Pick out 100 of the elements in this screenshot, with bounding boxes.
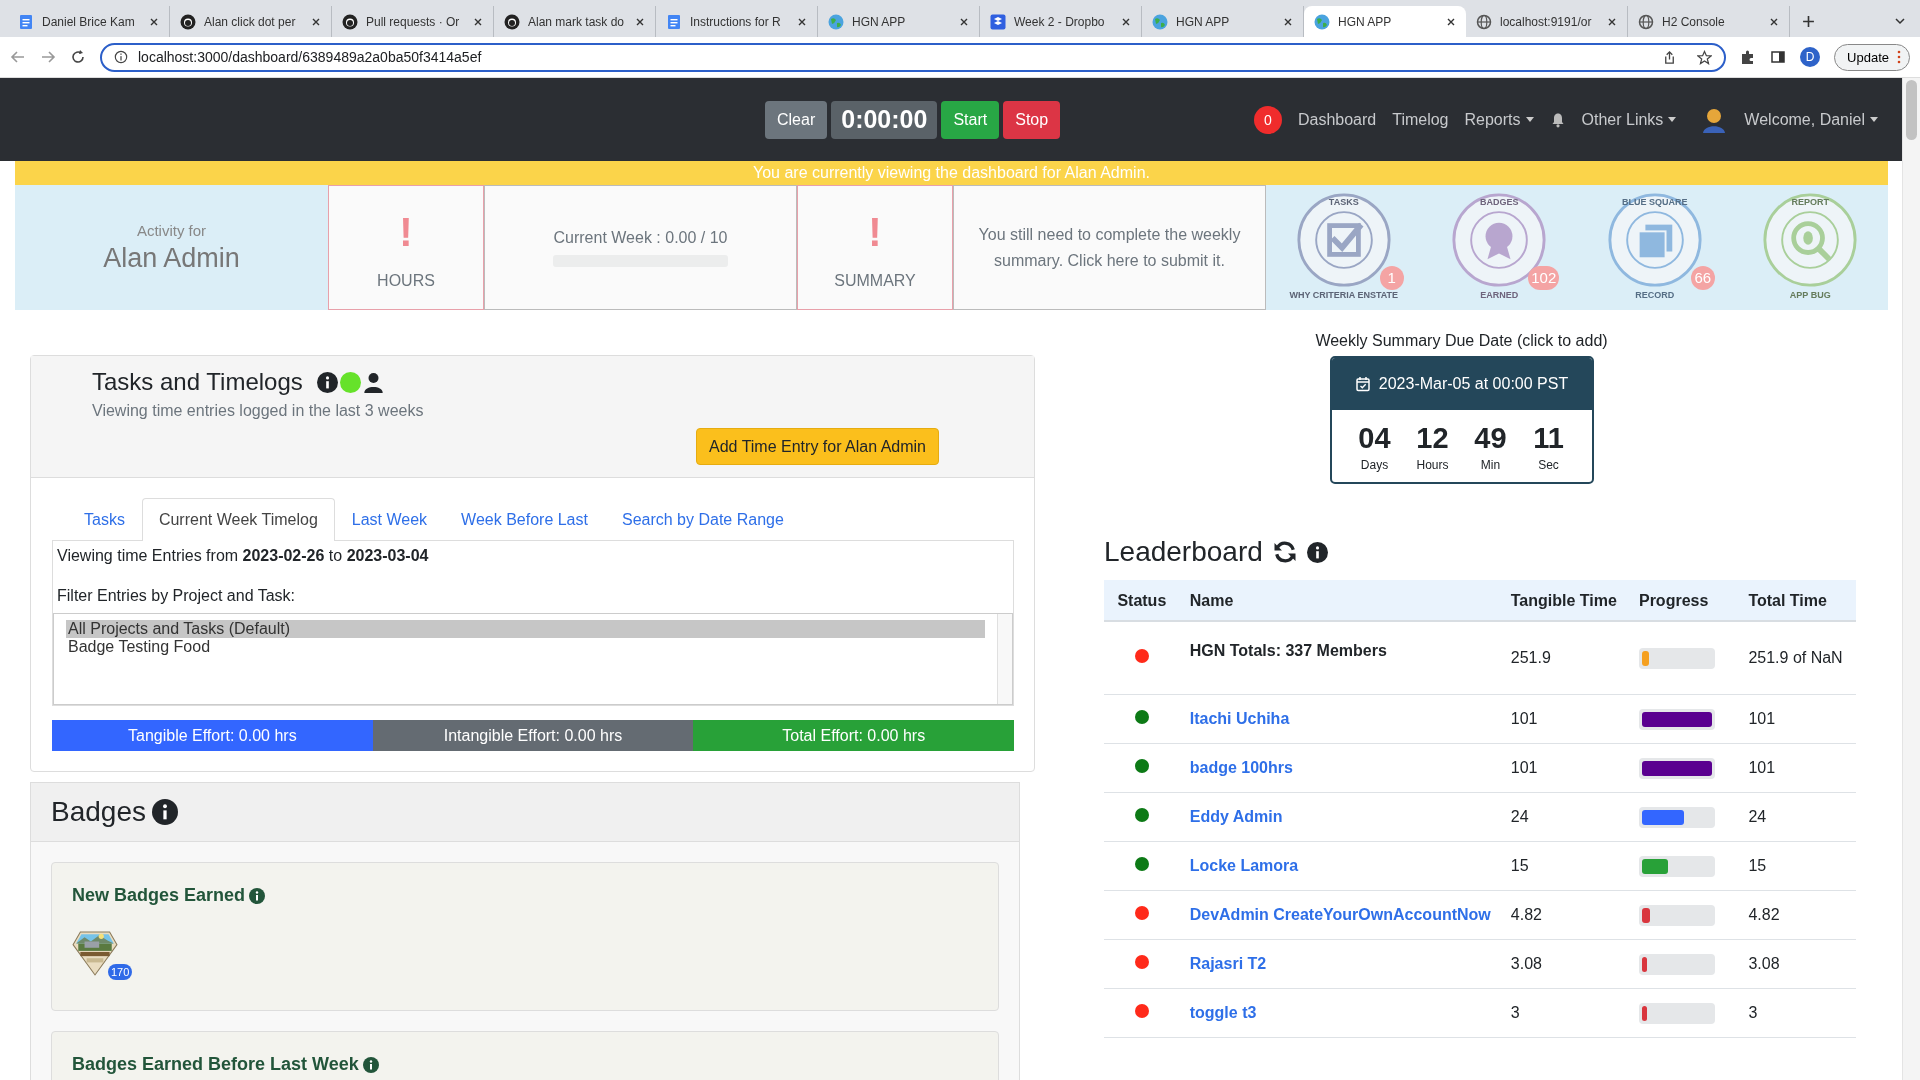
table-cell: 15 [1738, 841, 1856, 891]
tab[interactable]: Tasks [67, 498, 142, 541]
warning-mark: ! [868, 211, 882, 252]
tab[interactable]: Search by Date Range [604, 498, 801, 541]
countdown-unit: Hours [1416, 458, 1449, 472]
column-header: Tangible Time [1500, 580, 1629, 621]
effort-bar: Total Effort: 0.00 hrs [693, 720, 1014, 751]
project-filter-list[interactable]: All Projects and Tasks (Default) Badge Testing Food [53, 613, 1013, 705]
summary-label: SUMMARY [834, 271, 916, 290]
tab-title: HGN APP [1338, 14, 1393, 29]
leaderboard-title: Leaderboard [1104, 536, 1263, 568]
member-link[interactable]: Rajasri T2 [1189, 955, 1267, 972]
filter-label: Filter Entries by Project and Task: [57, 587, 297, 605]
nav-link[interactable]: Other Links [1581, 110, 1677, 129]
badge-title: REPORT [1790, 196, 1830, 208]
close-icon[interactable] [1283, 16, 1293, 27]
close-icon[interactable] [797, 16, 807, 27]
notice-banner: You are currently viewing the dashboard for Alan Admin. [15, 161, 1888, 185]
summary-card[interactable]: ! SUMMARY [797, 185, 953, 310]
clear-button[interactable]: Clear [765, 100, 828, 139]
countdown-value: 11 [1533, 422, 1564, 455]
nav-link[interactable]: Timelog [1392, 110, 1449, 129]
member-link[interactable]: Itachi Uchiha [1189, 710, 1290, 727]
tab-title: Pull requests · Or [366, 14, 461, 29]
table-cell: 15 [1500, 841, 1629, 891]
notification-badge[interactable]: 0 [1253, 105, 1282, 134]
tab-title: H2 Console [1662, 14, 1726, 29]
info-icon[interactable] [249, 887, 266, 904]
info-icon[interactable] [151, 799, 178, 825]
add-time-entry-button[interactable]: Add Time Entry for Alan Admin [696, 428, 939, 465]
nav-link[interactable]: Reports [1464, 110, 1534, 129]
refresh-icon[interactable] [1272, 540, 1297, 564]
close-icon[interactable] [1607, 16, 1617, 27]
list-option[interactable]: Badge Testing Food [66, 638, 985, 656]
member-link[interactable]: badge 100hrs [1189, 759, 1293, 776]
user-icon[interactable] [362, 371, 384, 393]
column-header: Name [1179, 580, 1501, 621]
close-icon[interactable] [635, 16, 645, 27]
more-icon[interactable] [1897, 50, 1901, 64]
browser-tab[interactable]: HGN APP [1304, 6, 1466, 37]
countdown-unit: Sec [1538, 458, 1559, 472]
update-button[interactable]: Update [1834, 43, 1910, 71]
close-icon[interactable] [1121, 16, 1131, 27]
new-tab-icon[interactable] [1802, 15, 1815, 28]
tab-title: HGN APP [1176, 14, 1231, 29]
countdown-unit: Min [1480, 458, 1501, 472]
list-option[interactable]: All Projects and Tasks (Default) [66, 620, 985, 638]
countdown-value: 04 [1358, 422, 1391, 455]
nav-link[interactable]: Dashboard [1297, 110, 1377, 129]
document-icon [666, 13, 682, 30]
close-icon[interactable] [1446, 16, 1456, 27]
column-header: Total Time [1738, 580, 1856, 621]
count-badge: 102 [1528, 265, 1560, 290]
tab-title: Alan mark task do [528, 14, 626, 29]
count-badge: 170 [108, 964, 133, 980]
close-icon[interactable] [959, 16, 969, 27]
close-icon[interactable] [473, 16, 483, 27]
scrollbar-thumb[interactable] [1906, 80, 1917, 140]
info-icon[interactable] [316, 371, 338, 393]
address-field[interactable]: localhost:3000/dashboard/6389489a2a0ba50f3414a5ef [100, 42, 1727, 72]
table-cell: 101 [1500, 694, 1629, 744]
reload-icon[interactable] [70, 49, 86, 65]
tab[interactable]: Last Week [334, 498, 445, 541]
member-link[interactable]: Eddy Admin [1189, 808, 1283, 825]
totals-label: HGN Totals: 337 Members [1189, 642, 1388, 660]
panel-subtitle: Viewing time entries logged in the last 3 weeks [92, 402, 425, 420]
star-icon[interactable] [1697, 49, 1713, 65]
panel-title: Tasks and Timelogs [92, 368, 303, 396]
back-icon[interactable] [10, 49, 26, 65]
chevron-down-icon[interactable] [1894, 15, 1906, 27]
table-cell: 251.9 [1500, 621, 1629, 695]
sidebar-icon[interactable] [1770, 49, 1787, 65]
info-icon[interactable] [362, 1056, 379, 1073]
welcome-menu[interactable]: Welcome, Daniel [1744, 110, 1878, 129]
info-icon[interactable] [1306, 541, 1328, 563]
tab[interactable]: Current Week Timelog [141, 498, 335, 541]
due-date-caption[interactable]: Weekly Summary Due Date (click to add) [1315, 332, 1608, 350]
profile-avatar[interactable]: D [1800, 47, 1821, 67]
calendar-icon [1354, 376, 1371, 392]
close-icon[interactable] [311, 16, 321, 27]
summary-reminder-card[interactable]: You still need to complete the weekly summary. Click here to submit it. [953, 185, 1266, 310]
member-link[interactable]: Locke Lamora [1189, 857, 1299, 874]
scrollbar[interactable] [997, 614, 1012, 704]
member-link[interactable]: DevAdmin CreateYourOwnAccountNow [1189, 906, 1491, 923]
member-link[interactable]: toggle t3 [1189, 1004, 1257, 1021]
table-cell: 251.9 of NaN [1738, 621, 1856, 695]
tab[interactable]: Week Before Last [444, 498, 605, 541]
hours-card[interactable]: ! HOURS [328, 185, 484, 310]
tab-title: Alan click dot per [204, 14, 297, 29]
close-icon[interactable] [149, 16, 159, 27]
table-cell: 3 [1738, 988, 1856, 1038]
table-cell: 101 [1500, 743, 1629, 793]
effort-bar: Tangible Effort: 0.00 hrs [52, 720, 373, 751]
badge-caption: APP BUG [1789, 289, 1831, 301]
timer-display: 0:00:00 [831, 100, 938, 139]
user-name: Alan Admin [103, 242, 240, 274]
forward-icon[interactable] [40, 49, 56, 65]
panel-title: Badges [51, 796, 146, 828]
stop-button[interactable]: Stop [1003, 100, 1061, 139]
close-icon[interactable] [1769, 16, 1779, 27]
